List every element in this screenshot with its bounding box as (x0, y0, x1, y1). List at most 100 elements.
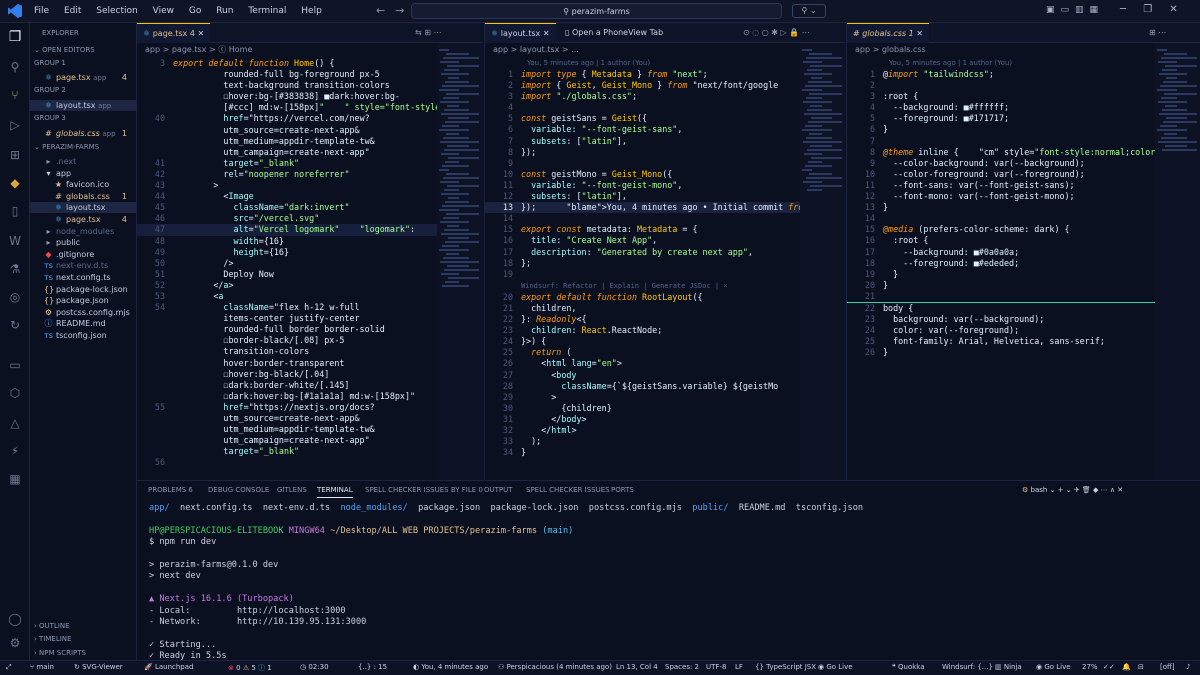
gitlens-icon[interactable]: ◆ (7, 175, 23, 191)
code-line[interactable]: 14 (485, 213, 845, 224)
close-icon[interactable]: ✕ (916, 29, 923, 38)
tab-ports[interactable]: PORTS (611, 486, 634, 494)
code-line[interactable]: 26 <html lang="en"> (485, 358, 845, 369)
accounts-sync-icon[interactable]: ↻ (7, 317, 23, 333)
code-line[interactable]: 25 return ( (485, 347, 845, 358)
tree-item[interactable]: ᴛs next-env.d.ts (30, 260, 137, 271)
code-line[interactable]: 5 --foreground: ■#171717; (847, 113, 1200, 124)
code-line[interactable]: 40 href="https://vercel.com/new? (137, 113, 483, 124)
tree-item[interactable]: ⚛ page.tsx 4 (30, 214, 137, 225)
deploy-icon[interactable]: △ (7, 415, 23, 431)
author-status[interactable]: ⚇ Perspicacious (4 minutes ago) (498, 663, 612, 671)
menu-file[interactable]: File (34, 6, 49, 16)
tree-item[interactable]: ★ favicon.ico (30, 179, 137, 190)
code-line[interactable]: 5 const geistSans = Geist({ (485, 113, 845, 124)
menu-selection[interactable]: Selection (96, 6, 137, 16)
code-line[interactable]: 1 import type { Metadata } from "next"; (485, 69, 845, 80)
phoneview-tab-button[interactable]: ▯ Open a PhoneView Tab (559, 23, 669, 43)
code-line[interactable]: 3 import "./globals.css"; (485, 91, 845, 102)
language-mode[interactable]: {} TypeScript JSX (755, 663, 816, 671)
code-editor[interactable]: 1 @import "tailwindcss"; 2 3:root {4 --back… (847, 69, 1200, 358)
tree-item[interactable]: # globals.css 1 (30, 191, 137, 202)
code-line[interactable]: 20} (847, 280, 1200, 291)
tree-item[interactable]: ◆ .gitignore (30, 249, 137, 260)
code-line[interactable]: 19 (485, 269, 845, 280)
tab-spell-checker-issues[interactable]: SPELL CHECKER ISSUES (526, 486, 610, 494)
blame-status[interactable]: ◐ You, 4 minutes ago (413, 663, 488, 671)
project-header[interactable]: ⌄ PERAZIM-FARMS (34, 142, 141, 153)
ninja-status[interactable]: ▥ Ninja (995, 663, 1022, 671)
codelens-blame[interactable]: You, 5 minutes ago | 1 author (You) (889, 58, 1012, 69)
tab-problems[interactable]: PROBLEMS 6 (148, 486, 193, 494)
code-line[interactable]: 43 > (137, 180, 483, 191)
remote-icon[interactable]: ⤢ (6, 663, 12, 672)
close-icon[interactable]: ✕ (543, 29, 550, 38)
codelens-blame[interactable]: You, 5 minutes ago | 1 author (You) (527, 58, 650, 69)
tab-debug-console[interactable]: DEBUG CONSOLE (208, 486, 269, 494)
tree-item[interactable]: ▸ node_modules (30, 226, 137, 237)
code-line[interactable]: 10 const geistMono = Geist_Mono({ (485, 169, 845, 180)
nav-arrows[interactable]: ←→ (376, 4, 414, 17)
open-editor-globals[interactable]: # globals.css app 1 (30, 128, 137, 139)
menu-edit[interactable]: Edit (64, 6, 81, 16)
code-line[interactable]: [#ccc] md:w-[158px]" " style="font-style… (137, 102, 483, 113)
code-line[interactable]: 16 :root { (847, 235, 1200, 246)
code-line[interactable]: 9 --color-background: var(--background); (847, 158, 1200, 169)
code-line[interactable]: 54 className="flex h-12 w-full (137, 302, 483, 313)
code-line[interactable]: rounded-full bg-foreground px-5 (137, 69, 483, 80)
code-line[interactable]: 51 Deploy Now (137, 269, 483, 280)
code-line[interactable]: 4 (485, 102, 845, 113)
open-editor-page[interactable]: ⚛ page.tsx app 4 (30, 72, 137, 83)
code-line[interactable]: 22}: Readonly<{ (485, 314, 845, 325)
end-of-line[interactable]: LF (735, 663, 743, 671)
encoding[interactable]: UTF-8 (706, 663, 726, 671)
code-line[interactable]: 31 </body> (485, 414, 845, 425)
minimize-icon[interactable]: ─ (1120, 4, 1126, 15)
code-line[interactable]: 4 --background: ■#ffffff; (847, 102, 1200, 113)
tab-spell-checker-by-file[interactable]: SPELL CHECKER ISSUES BY FILE 0 (365, 486, 483, 494)
windsurf-status[interactable]: Windsurf: {...} (942, 663, 993, 671)
database-icon[interactable]: ⬡ (7, 385, 23, 401)
code-line[interactable]: 17 --background: ■#0a0a0a; (847, 247, 1200, 258)
code-line[interactable]: 26} (847, 347, 1200, 358)
code-line[interactable]: 29 > (485, 392, 845, 403)
indentation[interactable]: Spaces: 2 (665, 663, 699, 671)
code-line[interactable]: 7 subsets: ["latin"], (485, 136, 845, 147)
code-line[interactable]: 2 (847, 80, 1200, 91)
cursor-position[interactable]: Ln 13, Col 4 (616, 663, 658, 671)
code-line[interactable]: 6 variable: "--font-geist-sans", (485, 124, 845, 135)
code-line[interactable]: ☐dark:border-white/[.145] (137, 380, 483, 391)
code-line[interactable]: 22 body { (847, 301, 1200, 314)
code-line[interactable]: ☐hover:bg-black/[.04] (137, 369, 483, 380)
code-line[interactable]: 15 @media (prefers-color-scheme: dark) { (847, 224, 1200, 235)
selection-status[interactable]: {..} : 15 (358, 663, 387, 671)
tree-item[interactable]: ᴛs next.config.ts (30, 272, 137, 283)
code-line[interactable]: 24 color: var(--foreground); (847, 325, 1200, 336)
code-line[interactable]: 55 href="https://nextjs.org/docs? (137, 402, 483, 413)
tree-item[interactable]: ⚛ layout.tsx (30, 202, 137, 214)
svg-viewer-status[interactable]: ↻ SVG-Viewer (74, 663, 123, 671)
layout-controls[interactable]: ▣▭▥▦ (1046, 5, 1104, 15)
terminal-shell-selector[interactable]: ⚙ bash ⌄ + ⌄ ✈ 🗑 ◆ ⋯ ∧ ✕ (1022, 486, 1123, 494)
back-arrow-icon[interactable]: ← (376, 4, 395, 17)
code-line[interactable]: 17 description: "Generated by create nex… (485, 247, 845, 258)
menu-terminal[interactable]: Terminal (248, 6, 286, 16)
code-line[interactable]: rounded-full border border-solid (137, 324, 483, 335)
source-control-icon[interactable]: ⑂ (7, 87, 23, 103)
code-line[interactable]: utm_medium=appdir-template-tw& (137, 424, 483, 435)
code-line[interactable]: utm_campaign=create-next-app" (137, 435, 483, 446)
timer-status[interactable]: ◷ 02:30 (300, 663, 329, 671)
code-line[interactable]: 24}>) { (485, 336, 845, 347)
code-line[interactable]: 50 /> (137, 258, 483, 269)
problems-status[interactable]: ⊗ 0 ⚠ 5 ⓘ 1 (228, 663, 272, 673)
check-icon[interactable]: ✓✓ (1103, 663, 1115, 671)
code-line[interactable]: 21 children, (485, 303, 845, 314)
code-line[interactable]: 16 title: "Create Next App", (485, 235, 845, 246)
code-line[interactable]: 23 background: var(--background); (847, 314, 1200, 325)
tab-output[interactable]: OUTPUT (484, 486, 513, 494)
code-line[interactable]: ☐hover:bg-[#383838] ■dark:hover:bg- (137, 91, 483, 102)
code-line[interactable]: 52 </a> (137, 280, 483, 291)
run-debug-icon[interactable]: ▷ (7, 117, 23, 133)
code-line[interactable]: 13}); "blame">You, 4 minutes ago • Initi… (485, 202, 845, 214)
code-line[interactable]: ☐dark:hover:bg-[#1a1a1a] md:w-[158px]" (137, 391, 483, 402)
